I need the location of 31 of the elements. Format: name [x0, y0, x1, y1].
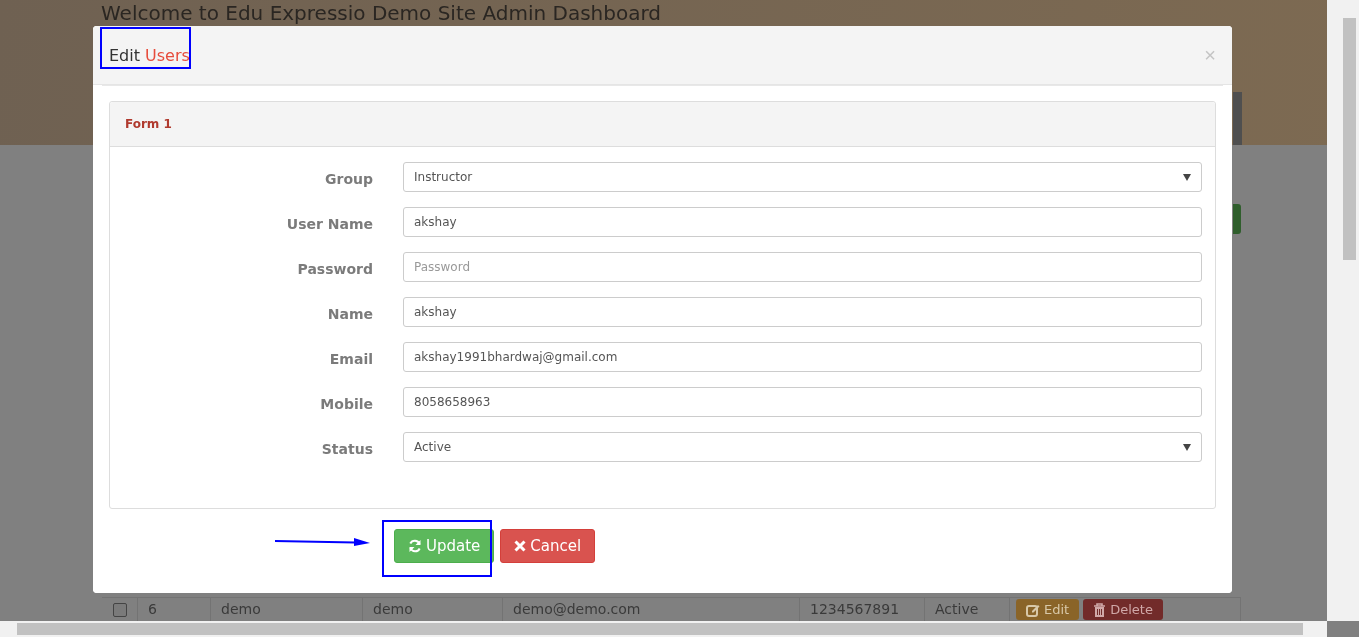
select-field[interactable]: Instructor — [403, 162, 1202, 192]
field-label: Name — [326, 305, 374, 322]
panel-heading: Form 1 — [110, 102, 1215, 147]
refresh-icon — [408, 539, 422, 553]
input-field[interactable]: 8058658963 — [403, 387, 1202, 417]
modal-title: Edit — [109, 45, 140, 65]
trash-icon — [1093, 602, 1107, 617]
field-label: User Name — [285, 215, 374, 232]
vertical-scrollbar[interactable] — [1327, 0, 1359, 621]
input-field[interactable]: Password — [403, 252, 1202, 282]
close-icon — [514, 540, 527, 552]
field-label: Status — [320, 440, 374, 457]
row-checkbox[interactable] — [112, 603, 127, 617]
modal-title-highlight: Users — [145, 45, 190, 65]
delete-button[interactable]: Delete — [1083, 599, 1163, 620]
caret-icon — [1183, 443, 1191, 451]
nav-bar — [1233, 92, 1242, 145]
cancel-button[interactable]: Cancel — [500, 529, 596, 563]
page-heading: Welcome to Edu Expressio Demo Site Admin Dashboard — [100, 0, 663, 25]
field-label: Email — [328, 350, 374, 367]
input-field[interactable]: akshay — [403, 297, 1202, 327]
field-label: Mobile — [319, 395, 374, 412]
select-field[interactable]: Active — [403, 432, 1202, 462]
field-label: Password — [296, 260, 374, 277]
field-label: Group — [324, 170, 374, 187]
pencil-icon — [1026, 602, 1040, 617]
caret-icon — [1183, 173, 1191, 181]
input-field[interactable]: akshay1991bhardwaj@gmail.com — [403, 342, 1202, 372]
horizontal-scrollbar[interactable] — [0, 621, 1327, 637]
add-button[interactable] — [1233, 204, 1241, 234]
input-field[interactable]: akshay — [403, 207, 1202, 237]
